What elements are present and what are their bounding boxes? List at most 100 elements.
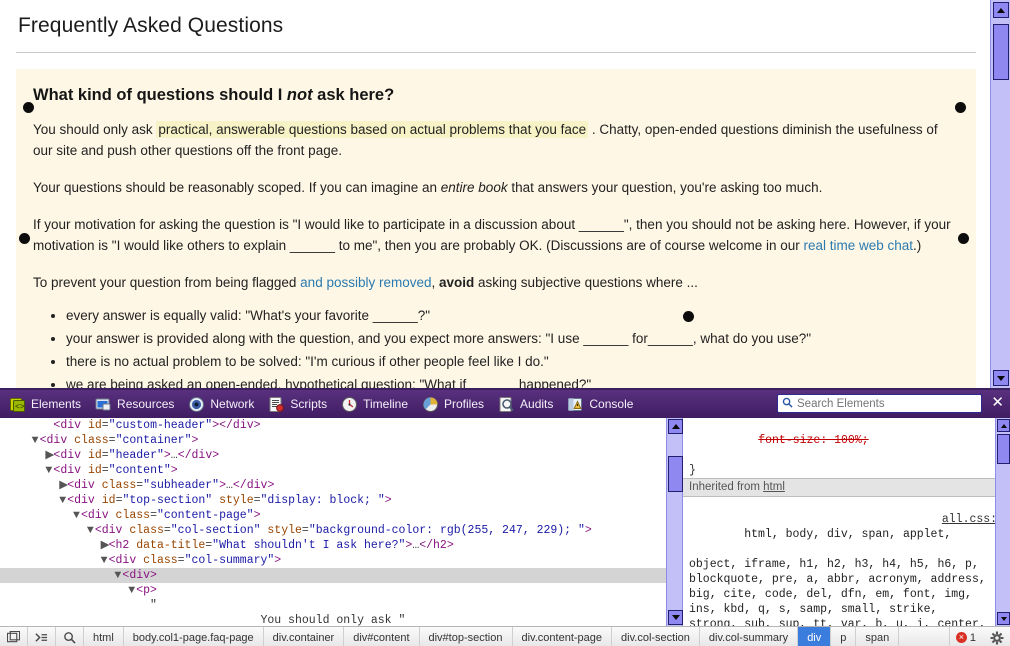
- dock-icon[interactable]: [0, 627, 28, 646]
- styles-panel[interactable]: font-size: 100%; } Inherited from html a…: [683, 418, 1010, 626]
- dom-node-row[interactable]: ▼<div id="content">: [0, 463, 666, 478]
- devtools-statusbar: html body.col1-page.faq-page div.contain…: [0, 626, 1010, 646]
- dom-node-row[interactable]: ▶<h2 data-title="What shouldn't I ask he…: [0, 538, 666, 553]
- breadcrumb-div-top-section[interactable]: div#top-section: [420, 627, 513, 646]
- tab-audits[interactable]: Audits: [493, 391, 562, 417]
- inspect-handle-bottom-right[interactable]: [958, 233, 969, 244]
- tab-audits-label: Audits: [520, 397, 554, 411]
- breadcrumb-div-col-section[interactable]: div.col-section: [612, 627, 700, 646]
- dom-node-row[interactable]: ▶<div id="header">…</div>: [0, 448, 666, 463]
- breadcrumb-span[interactable]: span: [856, 627, 900, 646]
- breadcrumb-div-col-summary[interactable]: div.col-summary: [700, 627, 799, 646]
- styles-scrollbar-thumb[interactable]: [997, 434, 1010, 464]
- faq-heading-part2: ask here?: [312, 86, 395, 104]
- search-icon: [782, 395, 793, 413]
- dom-node-row[interactable]: <div id="custom-header"></div>: [0, 418, 666, 433]
- disclosure-triangle-icon[interactable]: ▼: [73, 508, 81, 523]
- p3-text-b: .): [913, 238, 922, 253]
- close-icon[interactable]: ✕: [991, 395, 1004, 410]
- tab-network-label: Network: [210, 397, 255, 411]
- possibly-removed-link[interactable]: and possibly removed: [300, 275, 431, 290]
- faq-paragraph-2: Your questions should be reasonably scop…: [33, 177, 960, 198]
- tab-network[interactable]: Network: [183, 391, 263, 417]
- breadcrumb-body[interactable]: body.col1-page.faq-page: [124, 627, 264, 646]
- dom-node-row[interactable]: ▶<div class="subheader">…</div>: [0, 478, 666, 493]
- inspect-handle-top-left[interactable]: [23, 102, 34, 113]
- dom-node-row[interactable]: You should only ask ": [0, 613, 666, 626]
- dom-tree-scrollbar[interactable]: [666, 418, 683, 626]
- dom-node-row[interactable]: ": [0, 598, 666, 613]
- tab-resources[interactable]: Resources: [90, 391, 183, 417]
- dom-node-row[interactable]: ▼<div class="content-page">: [0, 508, 666, 523]
- inherited-from-section-header: Inherited from html: [683, 478, 1010, 497]
- breadcrumb-p[interactable]: p: [831, 627, 857, 646]
- tab-timeline[interactable]: Timeline: [336, 391, 417, 417]
- tab-console[interactable]: Console: [562, 391, 642, 417]
- faq-heading: What kind of questions should I not ask …: [33, 86, 960, 105]
- inherited-label: Inherited from: [689, 481, 764, 493]
- breadcrumb-div-content[interactable]: div#content: [344, 627, 420, 646]
- page-scrollbar-thumb[interactable]: [993, 24, 1009, 80]
- inspected-page: Frequently Asked Questions What kind of …: [0, 0, 990, 388]
- console-icon: [567, 396, 584, 413]
- svg-text:<>: <>: [15, 403, 25, 412]
- dom-node-row[interactable]: ▼<div class="col-section" style="backgro…: [0, 523, 666, 538]
- inherited-target-link[interactable]: html: [763, 481, 785, 493]
- scroll-up-button[interactable]: [993, 2, 1009, 18]
- real-time-web-chat-link[interactable]: real time web chat: [803, 238, 913, 253]
- styles-scrollbar[interactable]: [995, 418, 1010, 626]
- p1-highlighted-phrase: practical, answerable questions based on…: [156, 121, 589, 138]
- search-input[interactable]: [797, 397, 977, 410]
- breadcrumb-div-content-page[interactable]: div.content-page: [513, 627, 613, 646]
- inspect-handle-bottom-left[interactable]: [19, 233, 30, 244]
- tab-elements[interactable]: <> Elements: [4, 391, 90, 417]
- dom-scroll-down-button[interactable]: [668, 610, 683, 625]
- inspect-handle-top-right[interactable]: [955, 102, 966, 113]
- scripts-icon: [268, 396, 285, 413]
- dom-scroll-up-button[interactable]: [668, 419, 683, 434]
- settings-icon[interactable]: [984, 627, 1010, 646]
- tab-timeline-label: Timeline: [363, 397, 408, 411]
- p2-emphasis: entire book: [440, 180, 508, 195]
- breadcrumb-html[interactable]: html: [84, 627, 124, 646]
- dom-node-row[interactable]: ▼<div class="container">: [0, 433, 666, 448]
- search-icon[interactable]: [56, 627, 84, 646]
- elements-icon: <>: [9, 396, 26, 413]
- selector-line: big, cite, code, del, dfn, em, font, img…: [689, 588, 972, 601]
- error-count-indicator[interactable]: × 1: [950, 627, 984, 646]
- style-declaration-strikethrough-top[interactable]: font-size: 100%;: [683, 418, 1010, 463]
- styles-scroll-down-button[interactable]: [997, 612, 1010, 625]
- selector-line: strong, sub, sup, tt, var, b, u, i, cent…: [689, 618, 986, 626]
- dom-node-row[interactable]: ▼<div class="col-summary">: [0, 553, 666, 568]
- devtools-toolbar: <> Elements Resources Network Scripts Ti…: [0, 390, 1010, 418]
- statusbar-spacer: [899, 627, 950, 646]
- disclosure-triangle-icon[interactable]: ▼: [32, 433, 40, 448]
- faq-heading-part1: What kind of questions should I: [33, 86, 287, 104]
- styles-scroll-up-button[interactable]: [997, 419, 1010, 432]
- inspect-handle-middle[interactable]: [683, 311, 694, 322]
- disclosure-triangle-icon[interactable]: ▼: [101, 553, 109, 568]
- faq-paragraph-3: If your motivation for asking the questi…: [33, 214, 960, 256]
- breadcrumb-div-selected[interactable]: div: [798, 627, 832, 646]
- font-size-declaration-top: font-size: 100%;: [758, 434, 869, 447]
- dom-tree-panel[interactable]: <div id="custom-header"></div> ▼<div cla…: [0, 418, 666, 626]
- tab-profiles[interactable]: Profiles: [417, 391, 493, 417]
- page-scrollbar[interactable]: [990, 0, 1010, 388]
- tab-profiles-label: Profiles: [444, 397, 485, 411]
- dom-node-row[interactable]: ▼<div id="top-section" style="display: b…: [0, 493, 666, 508]
- dom-node-row[interactable]: ▼<p>: [0, 583, 666, 598]
- disclosure-triangle-icon[interactable]: ▼: [87, 523, 95, 538]
- disclosure-triangle-icon[interactable]: [142, 598, 150, 613]
- scroll-down-button[interactable]: [993, 370, 1009, 386]
- breadcrumb-div-container[interactable]: div.container: [264, 627, 345, 646]
- tab-console-label: Console: [589, 397, 634, 411]
- p4-text-a: To prevent your question from being flag…: [33, 275, 301, 290]
- error-count-label: 1: [969, 631, 976, 644]
- dom-scrollbar-thumb[interactable]: [668, 456, 683, 492]
- search-elements-box[interactable]: [777, 394, 982, 413]
- tab-scripts[interactable]: Scripts: [263, 391, 336, 417]
- tab-elements-label: Elements: [31, 397, 82, 411]
- disclosure-triangle-icon[interactable]: ▶: [101, 538, 110, 553]
- console-drawer-icon[interactable]: [28, 627, 56, 646]
- dom-node-row-selected[interactable]: ▼<div>: [0, 568, 666, 583]
